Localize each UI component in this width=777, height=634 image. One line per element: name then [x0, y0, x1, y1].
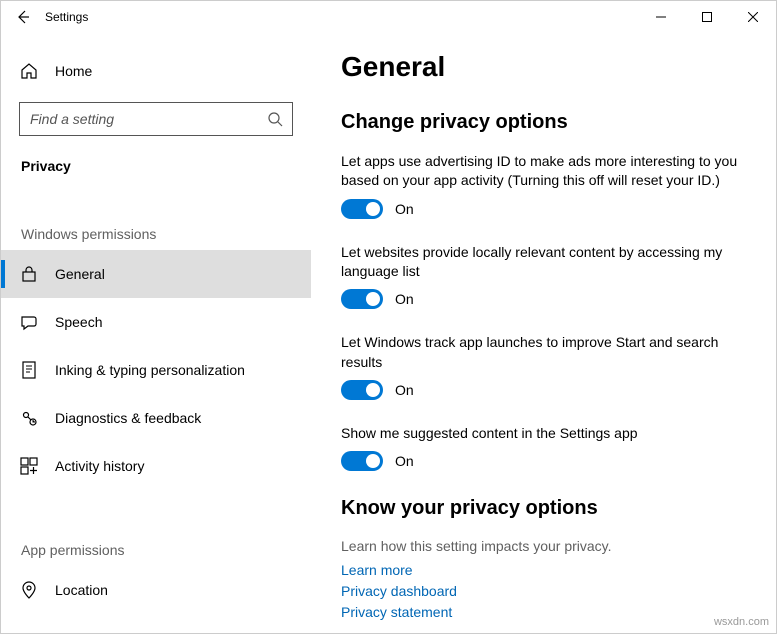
nav-label: Speech	[55, 314, 102, 330]
sidebar: Home Privacy Windows permissions General…	[1, 33, 311, 633]
history-icon	[19, 457, 39, 475]
nav-general[interactable]: General	[1, 250, 311, 298]
nav-label: Location	[55, 582, 108, 598]
close-button[interactable]	[730, 1, 776, 33]
watermark: wsxdn.com	[714, 616, 769, 628]
page-heading: General	[341, 51, 746, 83]
back-button[interactable]	[1, 1, 45, 33]
setting-desc: Let websites provide locally relevant co…	[341, 243, 746, 282]
search-box[interactable]	[19, 102, 293, 136]
nav-diagnostics[interactable]: Diagnostics & feedback	[1, 394, 311, 442]
link-privacy-dashboard[interactable]: Privacy dashboard	[341, 581, 746, 602]
setting-desc: Let Windows track app launches to improv…	[341, 333, 746, 372]
diagnostics-icon	[19, 409, 39, 427]
section-heading-privacy-options: Change privacy options	[341, 111, 746, 134]
speech-icon	[19, 313, 39, 331]
location-icon	[19, 581, 39, 599]
nav-label: General	[55, 266, 105, 282]
maximize-button[interactable]	[684, 1, 730, 33]
lock-icon	[19, 265, 39, 283]
nav-label: Inking & typing personalization	[55, 362, 245, 378]
minimize-button[interactable]	[638, 1, 684, 33]
toggle-state: On	[395, 201, 414, 217]
search-icon	[258, 111, 292, 127]
toggle-state: On	[395, 382, 414, 398]
group-windows-permissions: Windows permissions	[1, 174, 311, 250]
toggle-state: On	[395, 291, 414, 307]
toggle-advertising-id[interactable]	[341, 199, 383, 219]
content-pane: General Change privacy options Let apps …	[311, 33, 776, 633]
home-label: Home	[55, 63, 92, 79]
toggle-suggested-content[interactable]	[341, 451, 383, 471]
nav-label: Diagnostics & feedback	[55, 410, 201, 426]
toggle-state: On	[395, 453, 414, 469]
inking-icon	[19, 361, 39, 379]
toggle-track-launches[interactable]	[341, 380, 383, 400]
link-privacy-statement[interactable]: Privacy statement	[341, 602, 746, 623]
nav-label: Activity history	[55, 458, 144, 474]
nav-speech[interactable]: Speech	[1, 298, 311, 346]
know-desc: Learn how this setting impacts your priv…	[341, 538, 746, 554]
toggle-language-list[interactable]	[341, 289, 383, 309]
nav-activity-history[interactable]: Activity history	[1, 442, 311, 490]
home-icon	[19, 62, 39, 80]
link-learn-more[interactable]: Learn more	[341, 560, 746, 581]
home-nav[interactable]: Home	[1, 53, 311, 89]
section-title-privacy: Privacy	[1, 136, 311, 174]
nav-location[interactable]: Location	[1, 566, 311, 614]
window-title: Settings	[45, 10, 88, 24]
setting-desc: Show me suggested content in the Setting…	[341, 424, 746, 443]
search-input[interactable]	[20, 111, 258, 127]
nav-inking[interactable]: Inking & typing personalization	[1, 346, 311, 394]
section-heading-know: Know your privacy options	[341, 497, 746, 520]
group-app-permissions: App permissions	[1, 490, 311, 566]
setting-desc: Let apps use advertising ID to make ads …	[341, 152, 746, 191]
